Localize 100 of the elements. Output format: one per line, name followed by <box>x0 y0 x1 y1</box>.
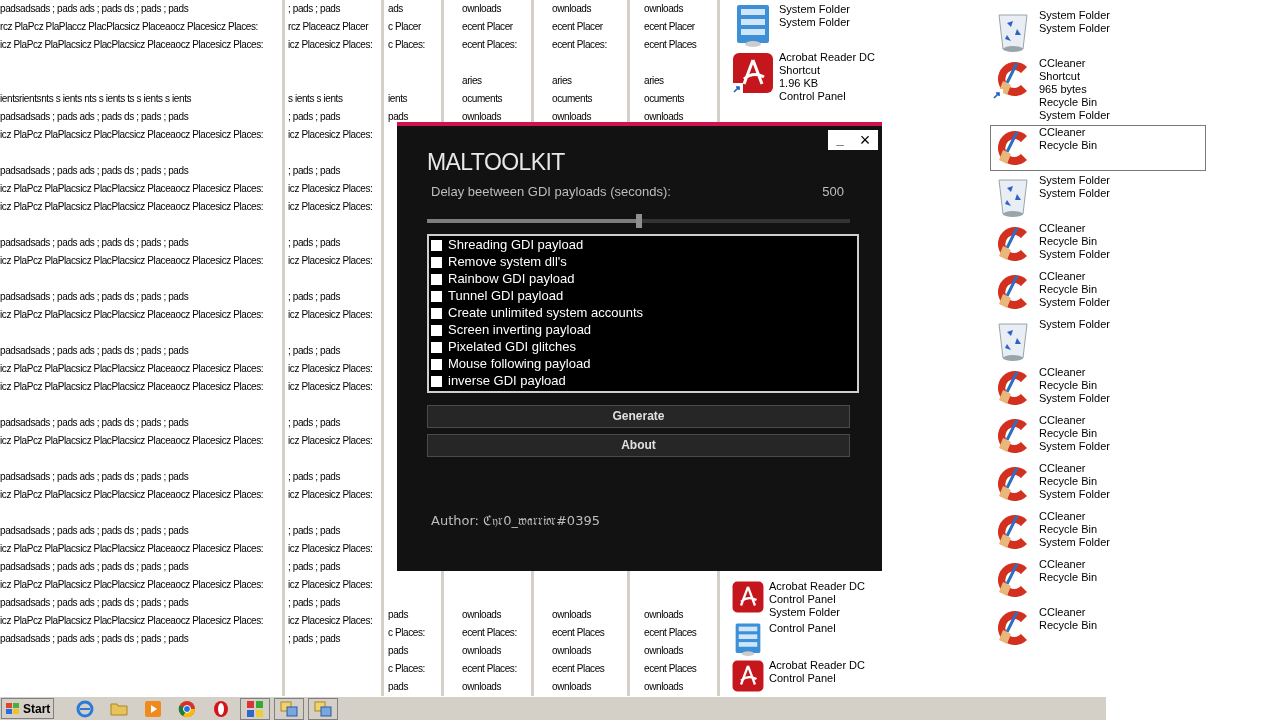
desktop-label: icz Placesicz Places: <box>288 308 373 322</box>
desktop-label: ownloads <box>644 644 684 658</box>
icon-caption: Shortcut <box>779 64 821 77</box>
desktop-label: c Places: <box>388 662 425 676</box>
desktop-label: padsadsads ; pads ads ; pads ds ; pads ; pads <box>0 110 189 124</box>
payload-checkbox-row[interactable]: Tunnel GDI payload <box>431 287 855 305</box>
icon-caption: Shortcut <box>1039 70 1081 83</box>
desktop-label: aries <box>644 74 664 88</box>
app-window-icon[interactable] <box>280 699 299 718</box>
action-button[interactable]: Generate <box>427 404 850 428</box>
desktop-label: ecent Placer <box>462 20 513 34</box>
desktop-label: padsadsads ; pads ads ; pads ds ; pads ; pads <box>0 290 189 304</box>
desktop-label: icz Placesicz Places: <box>288 128 373 142</box>
checkbox[interactable] <box>431 375 442 387</box>
desktop-label: ecent Placer <box>644 20 695 34</box>
icon-caption: System Folder <box>769 606 841 619</box>
opera-icon[interactable] <box>212 699 231 718</box>
checkbox[interactable] <box>431 307 442 319</box>
desktop-label: icz PlaPcz PlaPlacsicz PlacPlacsicz Placeaocz Placesicz Places: <box>0 38 264 52</box>
icon-caption: Recycle Bin <box>1039 619 1098 632</box>
desktop-label: icz Placesicz Places: <box>288 362 373 376</box>
minimize-button[interactable]: _ <box>828 130 852 150</box>
desktop-label: ownloads <box>552 2 592 16</box>
payload-checkbox-row[interactable]: Shreading GDI payload <box>431 236 855 254</box>
checkbox[interactable] <box>431 239 442 251</box>
colored-grid-icon[interactable] <box>246 699 265 718</box>
icon-caption: Recycle Bin <box>1039 96 1099 109</box>
checkbox[interactable] <box>431 341 442 353</box>
desktop-label: ; pads ; pads <box>288 416 341 430</box>
icon-caption: Recycle Bin <box>1039 283 1099 296</box>
desktop-label: ; pads ; pads <box>288 596 341 610</box>
icon-caption: System Folder <box>1039 536 1110 549</box>
icon-caption: CCleaner <box>1039 126 1087 139</box>
desktop-label: icz PlaPcz PlaPlacsicz PlacPlacsicz Placeaocz Placesicz Places: <box>0 578 264 592</box>
desktop-label: ; pads ; pads <box>288 2 341 16</box>
checkbox[interactable] <box>431 358 442 370</box>
desktop-label: aries <box>462 74 482 88</box>
checkbox[interactable] <box>431 256 442 268</box>
desktop-label: c Places: <box>388 626 425 640</box>
action-button[interactable]: About <box>427 433 850 457</box>
icon-caption: System Folder <box>1039 9 1110 22</box>
desktop-label: icz PlaPcz PlaPlacsicz PlacPlacsicz Placeaocz Placesicz Places: <box>0 254 264 268</box>
author-credit: Author: ℭ𝔶𝔯0_𝔴𝔞𝔯𝔯𝔦𝔬𝔯#0395 <box>430 511 601 530</box>
desktop-label: icz PlaPcz PlaPlacsicz PlacPlacsicz Placeaocz Placesicz Places: <box>0 308 264 322</box>
icon-caption: System Folder <box>1039 248 1110 261</box>
icon-caption: System Folder <box>779 16 850 29</box>
pdf-reader-icon[interactable] <box>731 659 765 693</box>
desktop-label: padsadsads ; pads ads ; pads ds ; pads ; pads <box>0 632 189 646</box>
payload-checkbox-row[interactable]: Mouse following payload <box>431 355 855 373</box>
desktop-label: s ients s ients <box>288 92 343 106</box>
payload-checkbox-row[interactable]: Remove system dll's <box>431 253 855 271</box>
desktop-label: icz Placesicz Places: <box>288 380 373 394</box>
windows-flag-icon <box>5 701 21 716</box>
payload-checkbox-row[interactable]: Rainbow GDI payload <box>431 270 855 288</box>
icon-caption: Control Panel <box>779 90 847 103</box>
icon-caption: System Folder <box>1039 187 1110 200</box>
checkbox[interactable] <box>431 290 442 302</box>
delay-slider[interactable] <box>427 213 850 228</box>
icon-caption: Recycle Bin <box>1039 475 1099 488</box>
desktop-label: padsadsads ; pads ads ; pads ds ; pads ; pads <box>0 470 189 484</box>
desktop-label: ; pads ; pads <box>288 632 341 646</box>
icon-caption: System Folder <box>1039 440 1110 453</box>
close-button[interactable]: × <box>852 130 878 150</box>
desktop-label: icz Placesicz Places: <box>288 38 373 52</box>
desktop-label: icz Placesicz Places: <box>288 254 373 268</box>
chrome-icon[interactable] <box>178 699 197 718</box>
icon-caption: System Folder <box>1039 174 1110 187</box>
checkbox[interactable] <box>431 324 442 336</box>
app-window-icon[interactable] <box>314 699 333 718</box>
desktop-label: ecent Places: <box>462 662 517 676</box>
desktop-label: rcz PlaPcz PlaPlaccz PlacPlacsicz Placeaocz Placesicz Places: <box>0 20 258 34</box>
desktop-label: padsadsads ; pads ads ; pads ds ; pads ; pads <box>0 524 189 538</box>
start-button[interactable]: Start <box>1 698 55 719</box>
desktop-label: ; pads ; pads <box>288 560 341 574</box>
desktop-label: ecent Placer <box>552 20 603 34</box>
desktop-label: padsadsads ; pads ads ; pads ds ; pads ; pads <box>0 2 189 16</box>
desktop-label: icz PlaPcz PlaPlacsicz PlacPlacsicz Placeaocz Placesicz Places: <box>0 614 264 628</box>
desktop-label: c Placer <box>388 20 421 34</box>
payload-checkbox-row[interactable]: Screen inverting payload <box>431 321 855 339</box>
desktop-label: icz Placesicz Places: <box>288 578 373 592</box>
desktop-label: ownloads <box>462 2 502 16</box>
pdf-reader-icon[interactable] <box>731 580 765 614</box>
desktop-label: icz PlaPcz PlaPlacsicz PlacPlacsicz Placeaocz Placesicz Places: <box>0 182 264 196</box>
checkbox[interactable] <box>431 273 442 285</box>
icon-caption: Recycle Bin <box>1039 523 1099 536</box>
icon-caption: CCleaner <box>1039 366 1087 379</box>
delay-value: 500 <box>822 183 844 201</box>
window-title: MALTOOLKIT <box>427 148 566 176</box>
icon-caption: Control Panel <box>769 672 837 685</box>
payload-checkbox-row[interactable]: inverse GDI payload <box>431 372 855 390</box>
desktop-label: ; pads ; pads <box>288 524 341 538</box>
payload-checkbox-row[interactable]: Pixelated GDI glitches <box>431 338 855 356</box>
browser-e-icon[interactable] <box>76 699 95 718</box>
selection-outline[interactable]: CCleaner Recycle Bin <box>990 125 1206 171</box>
desktop-label: ownloads <box>644 110 684 124</box>
icon-caption: Recycle Bin <box>1039 235 1099 248</box>
desktop-label: ocuments <box>644 92 685 106</box>
slider-thumb[interactable] <box>635 213 642 228</box>
pdf-reader-icon[interactable] <box>731 51 775 95</box>
payload-checkbox-row[interactable]: Create unlimited system accounts <box>431 304 855 322</box>
